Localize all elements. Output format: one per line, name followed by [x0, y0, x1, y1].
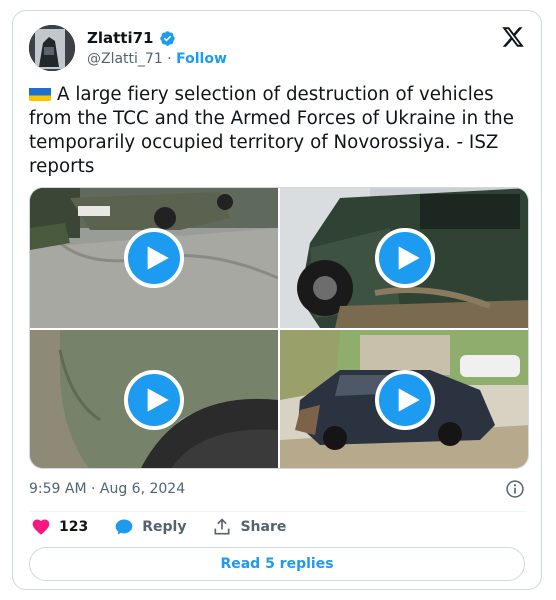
avatar[interactable]: [29, 25, 75, 71]
divider: [29, 511, 525, 512]
like-button[interactable]: 123: [31, 517, 88, 537]
tweet-text: A large fiery selection of destruction o…: [29, 84, 514, 177]
video-thumbnail-3[interactable]: [30, 330, 278, 468]
play-icon: [147, 246, 169, 270]
play-button[interactable]: [375, 228, 435, 288]
tweet-text-block: A large fiery selection of destruction o…: [29, 83, 529, 179]
video-thumbnail-2[interactable]: [280, 188, 528, 328]
play-button[interactable]: [124, 228, 184, 288]
like-count: 123: [59, 519, 89, 535]
video-thumbnail-4[interactable]: [280, 330, 528, 468]
video-thumbnail-1[interactable]: [30, 188, 278, 328]
reply-bubble-icon: [115, 519, 133, 535]
reply-button[interactable]: Reply: [114, 517, 186, 537]
heart-icon: [32, 519, 50, 535]
play-button[interactable]: [124, 370, 184, 430]
share-button[interactable]: Share: [212, 517, 286, 537]
tweet-timestamp[interactable]: 9:59 AM · Aug 6, 2024: [29, 481, 185, 497]
author-display-name[interactable]: Zlatti71: [87, 29, 154, 47]
follow-button[interactable]: Follow: [176, 51, 227, 67]
play-icon: [147, 388, 169, 412]
read-replies-button[interactable]: Read 5 replies: [29, 547, 525, 581]
share-label: Share: [240, 519, 287, 535]
play-button[interactable]: [375, 370, 435, 430]
share-icon: [214, 518, 230, 535]
action-bar: 123 Reply Share: [31, 517, 286, 537]
x-logo-icon[interactable]: [501, 25, 525, 49]
verified-badge-icon: [159, 30, 175, 46]
info-icon[interactable]: [505, 479, 525, 499]
author-name-row: Zlatti71: [87, 29, 176, 47]
play-icon: [398, 388, 420, 412]
ukraine-flag-icon: [29, 86, 51, 101]
handle-separator: ·: [167, 51, 172, 67]
author-handle-row: @Zlatti_71 · Follow: [87, 51, 227, 67]
play-icon: [398, 246, 420, 270]
reply-label: Reply: [142, 519, 187, 535]
author-handle[interactable]: @Zlatti_71: [87, 51, 163, 67]
media-grid: [29, 187, 529, 469]
tweet-card: Zlatti71 @Zlatti_71 · Follow A large fie…: [12, 10, 542, 590]
